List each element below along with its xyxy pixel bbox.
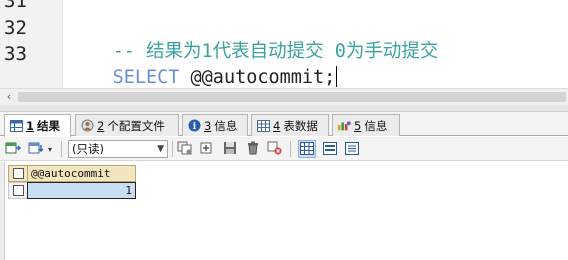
grid-view-button[interactable]: [298, 140, 316, 158]
line-number: 33: [4, 43, 27, 65]
text-view-icon: [345, 140, 359, 159]
tab-number: 1: [26, 119, 35, 133]
scrollbar-thumb[interactable]: [18, 92, 566, 102]
table-data-icon: [256, 119, 270, 133]
copy-row-button[interactable]: [176, 140, 194, 158]
tab-number: 2: [97, 118, 105, 133]
horizontal-scrollbar[interactable]: ‹: [0, 88, 568, 105]
refresh-icon: [267, 140, 283, 159]
profile-icon: [80, 119, 94, 133]
import-button[interactable]: [27, 140, 45, 158]
grid-view-icon: [300, 140, 314, 159]
delete-button[interactable]: [244, 140, 262, 158]
tab-info[interactable]: i 3 信息: [182, 114, 248, 136]
refresh-button[interactable]: [266, 140, 284, 158]
import-dropdown-chevron-down-icon[interactable]: ▾: [45, 140, 55, 158]
tab-label: 信息: [364, 118, 388, 133]
info-history-icon: [337, 119, 351, 133]
sql-keyword: SELECT: [112, 67, 180, 88]
line-number: 31: [4, 0, 27, 12]
duplicate-row-button[interactable]: [198, 140, 216, 158]
line-number: 32: [4, 17, 27, 39]
grid-left-border: [0, 162, 5, 260]
save-button[interactable]: [221, 140, 239, 158]
tab-label: 个配置文件: [107, 118, 165, 133]
checkbox-icon: [12, 185, 24, 196]
readonly-mode-value: (只读): [72, 142, 104, 156]
select-all-checkbox[interactable]: [8, 165, 27, 182]
tab-number: 3: [204, 118, 212, 133]
import-icon: [28, 140, 44, 159]
sql-editor[interactable]: 31 32 33 -- 结果为1代表自动提交 0为手动提交 SELECT @@a…: [0, 0, 568, 88]
duplicate-row-icon: [199, 140, 215, 159]
checkbox-icon: [12, 168, 24, 179]
text-caret: [336, 66, 338, 87]
tab-label: 结果: [37, 119, 61, 133]
scroll-left-arrow-icon[interactable]: ‹: [2, 90, 16, 104]
line-number-gutter: 31 32 33: [0, 0, 62, 88]
tab-number: 5: [354, 118, 362, 133]
tab-number: 4: [273, 118, 281, 133]
tab-table-data[interactable]: 4 表数据: [251, 114, 329, 136]
table-cell[interactable]: 1: [27, 182, 136, 199]
code-line[interactable]: SELECT @@autocommit;: [68, 43, 338, 88]
svg-text:i: i: [192, 122, 196, 132]
export-button[interactable]: [4, 140, 22, 158]
toolbar-divider: [290, 141, 291, 157]
save-icon: [223, 140, 237, 159]
toolbar-divider: [172, 141, 173, 157]
readonly-mode-select[interactable]: (只读) ▼: [68, 140, 168, 158]
sql-text: @@autocommit;: [179, 67, 336, 88]
pane-splitter[interactable]: [0, 105, 568, 112]
copy-row-icon: [177, 140, 193, 159]
delete-icon: [246, 140, 260, 159]
tab-info-history[interactable]: 5 信息: [332, 114, 400, 136]
tab-profile[interactable]: 2 个配置文件: [75, 114, 179, 136]
row-checkbox[interactable]: [8, 182, 27, 199]
export-icon: [5, 140, 22, 159]
tab-label: 信息: [214, 118, 238, 133]
text-view-button[interactable]: [343, 140, 361, 158]
result-toolbar: ▾ (只读) ▼: [0, 137, 568, 161]
result-tab-bar: 1 结果 2 个配置文件 i 3 信息 4 表数据 5 信息: [0, 112, 568, 137]
toolbar-divider: [61, 141, 62, 157]
tab-result[interactable]: 1 结果: [4, 114, 71, 137]
gutter-separator: [62, 0, 63, 88]
result-grid-icon: [9, 119, 23, 133]
form-view-icon: [323, 140, 337, 159]
form-view-button[interactable]: [321, 140, 339, 158]
tab-label: 表数据: [283, 118, 318, 133]
chevron-down-icon: ▼: [157, 144, 164, 154]
column-header[interactable]: @@autocommit: [27, 165, 136, 182]
result-grid[interactable]: @@autocommit 1: [0, 162, 568, 260]
info-icon: i: [187, 119, 201, 133]
